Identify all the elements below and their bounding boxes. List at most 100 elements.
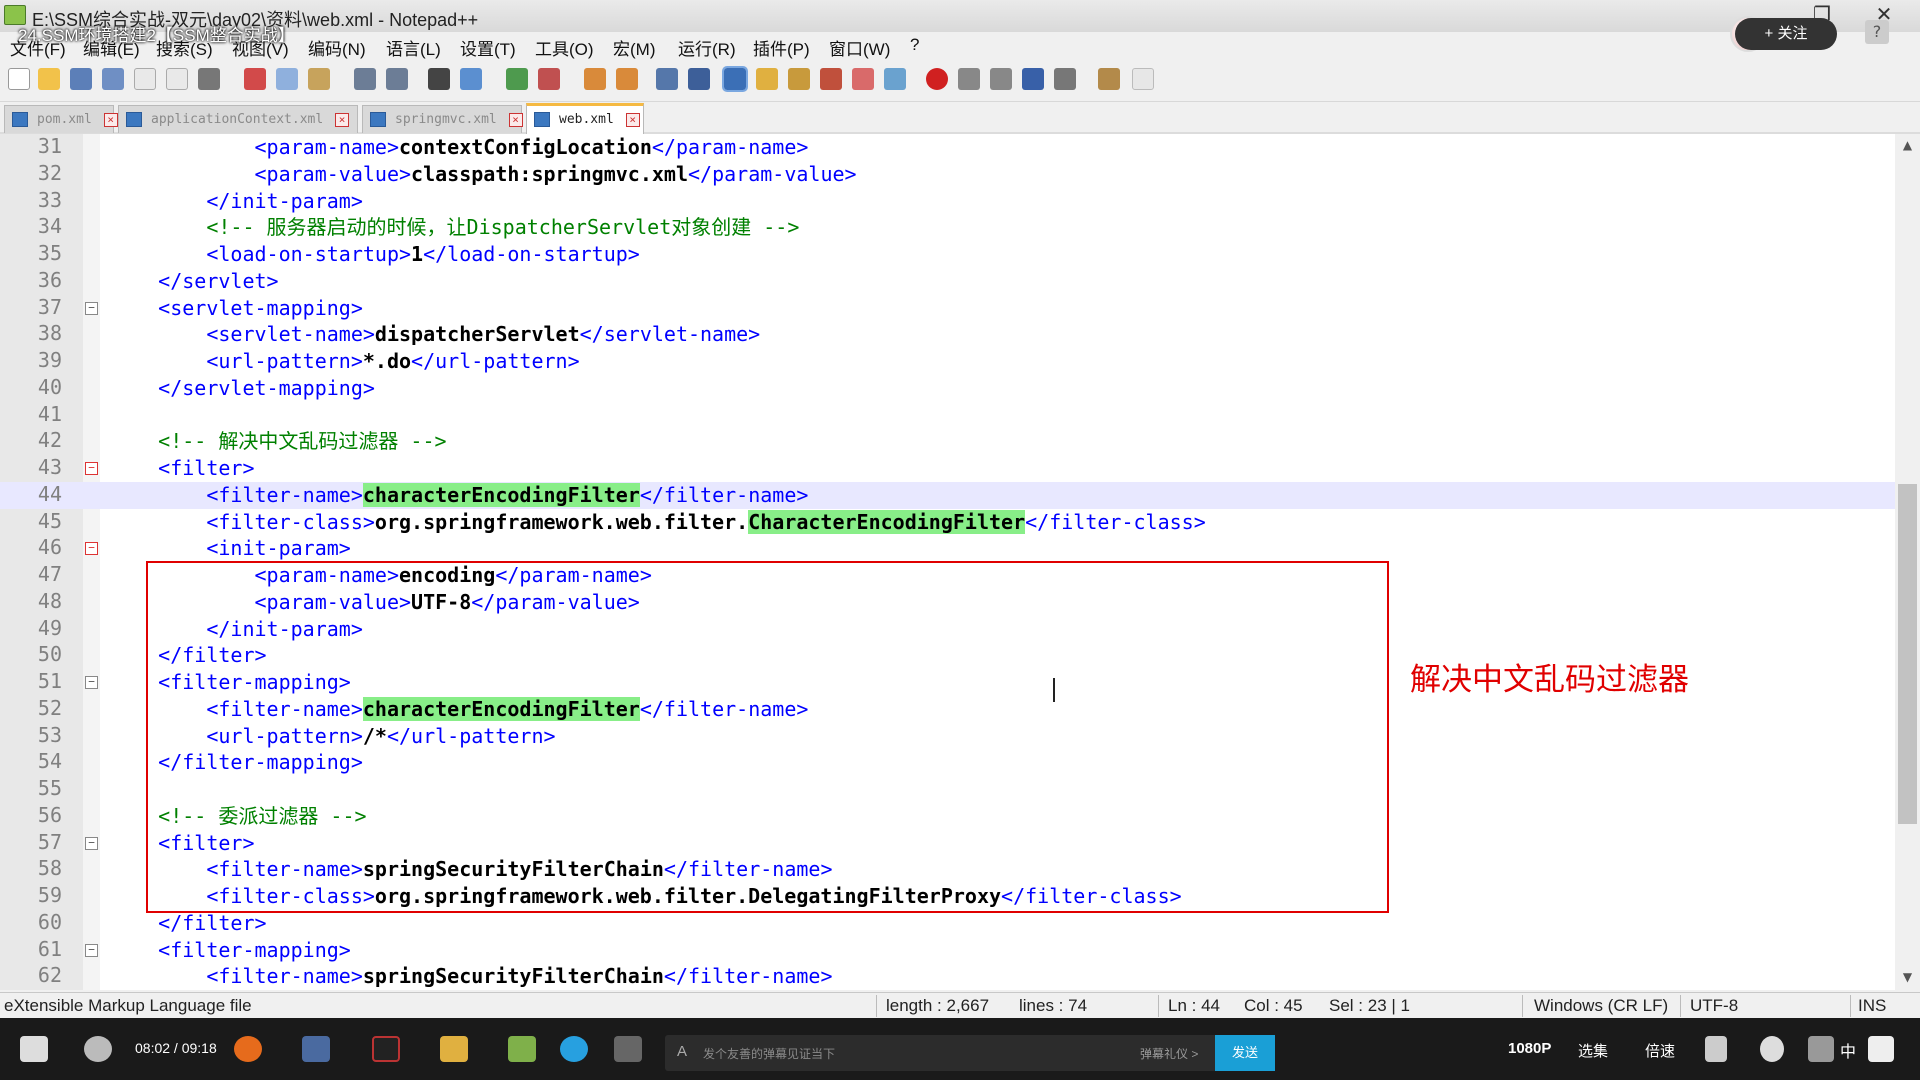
sync-vertical-icon[interactable] — [584, 68, 606, 90]
fold-toggle-icon[interactable]: − — [85, 836, 98, 850]
explorer-icon[interactable] — [440, 1036, 468, 1062]
code-line[interactable]: 35 <load-on-startup>1</load-on-startup> — [0, 241, 1895, 268]
code-line[interactable]: 38 <servlet-name>dispatcherServlet</serv… — [0, 321, 1895, 348]
code-line[interactable]: 43 − <filter> — [0, 455, 1895, 482]
code-line[interactable]: 37 − <servlet-mapping> — [0, 295, 1895, 322]
save-macro-icon[interactable] — [1054, 68, 1076, 90]
code-line[interactable]: 31 <param-name>contextConfigLocation</pa… — [0, 134, 1895, 161]
intellij-icon[interactable] — [372, 1036, 400, 1062]
danmaku-etiquette[interactable]: 弹幕礼仪 > — [1140, 1045, 1198, 1062]
danmaku-settings-icon[interactable] — [614, 1036, 642, 1062]
spell-check-icon[interactable] — [1098, 68, 1120, 90]
tab-applicationcontext-xml[interactable]: applicationContext.xml × — [118, 105, 358, 133]
code-line[interactable]: 34 <!-- 服务器启动的时候，让DispatcherServlet对象创建 … — [0, 214, 1895, 241]
record-macro-icon[interactable] — [926, 68, 948, 90]
menu-macro[interactable]: 宏(M) — [613, 35, 655, 60]
quality-button[interactable]: 1080P — [1508, 1040, 1551, 1057]
next-icon[interactable] — [20, 1036, 48, 1062]
code-line[interactable]: 42 <!-- 解决中文乱码过滤器 --> — [0, 428, 1895, 455]
abc-spell-icon[interactable] — [1132, 68, 1154, 90]
send-button[interactable]: 发送 — [1215, 1035, 1275, 1071]
cut-icon[interactable] — [244, 68, 266, 90]
stop-macro-icon[interactable] — [958, 68, 980, 90]
fold-toggle-icon[interactable]: − — [85, 676, 98, 689]
fold-toggle-icon[interactable]: − — [85, 943, 98, 957]
menu-settings[interactable]: 设置(T) — [460, 35, 516, 60]
fold-toggle-icon[interactable]: − — [85, 462, 98, 475]
copy-icon[interactable] — [276, 68, 298, 90]
code-line[interactable]: 45 <filter-class>org.springframework.web… — [0, 509, 1895, 536]
replace-icon[interactable] — [460, 68, 482, 90]
code-line[interactable]: 61 − <filter-mapping> — [0, 937, 1895, 964]
word-wrap-icon[interactable] — [656, 68, 678, 90]
code-line[interactable]: 39 <url-pattern>*.do</url-pattern> — [0, 348, 1895, 375]
undo-icon[interactable] — [354, 68, 376, 90]
menu-help[interactable]: ? — [910, 35, 919, 55]
scroll-up-icon[interactable]: ▲ — [1900, 138, 1915, 153]
fullscreen-icon[interactable] — [1868, 1036, 1894, 1062]
volume-icon[interactable] — [1705, 1036, 1727, 1062]
fold-toggle-icon[interactable]: − — [85, 542, 98, 556]
menu-window[interactable]: 窗口(W) — [829, 35, 890, 60]
redo-icon[interactable] — [386, 68, 408, 90]
menu-run[interactable]: 运行(R) — [678, 35, 736, 60]
code-line[interactable]: 62 <filter-name>springSecurityFilterChai… — [0, 963, 1895, 990]
tab-springmvc-xml[interactable]: springmvc.xml × — [362, 105, 523, 133]
notepadpp-taskbar-icon[interactable] — [508, 1036, 536, 1062]
pip-icon[interactable] — [1808, 1036, 1834, 1062]
pdf-icon[interactable] — [302, 1036, 330, 1062]
zoom-in-icon[interactable] — [506, 68, 528, 90]
run-macro-multiple-icon[interactable] — [1022, 68, 1044, 90]
play-pause-icon[interactable] — [84, 1036, 112, 1062]
danmaku-input[interactable]: A 发个友善的弹幕见证当下 弹幕礼仪 > — [665, 1035, 1217, 1071]
tab-close-icon[interactable]: × — [625, 112, 640, 127]
save-all-icon[interactable] — [102, 68, 124, 90]
close-file-icon[interactable] — [134, 68, 156, 90]
code-line[interactable]: 33 </init-param> — [0, 188, 1895, 215]
tab-web-xml[interactable]: web.xml × — [526, 103, 644, 134]
firefox-icon[interactable] — [234, 1036, 262, 1062]
scrollbar-thumb[interactable] — [1898, 484, 1917, 824]
tab-close-icon[interactable]: × — [103, 112, 118, 127]
open-folder-icon[interactable] — [38, 68, 60, 90]
monitoring-icon[interactable] — [884, 68, 906, 90]
play-macro-icon[interactable] — [990, 68, 1012, 90]
doc-map-icon[interactable] — [788, 68, 810, 90]
file-encoding[interactable]: UTF-8 — [1690, 996, 1738, 1016]
code-line[interactable]: 60 </filter> — [0, 910, 1895, 937]
danmaku-toggle-icon[interactable] — [560, 1036, 588, 1062]
vertical-scrollbar[interactable]: ▲ ▼ — [1895, 134, 1920, 990]
zoom-out-icon[interactable] — [538, 68, 560, 90]
close-all-icon[interactable] — [166, 68, 188, 90]
scroll-down-icon[interactable]: ▼ — [1900, 970, 1915, 985]
paste-icon[interactable] — [308, 68, 330, 90]
help-icon[interactable]: ? — [1865, 20, 1889, 44]
find-icon[interactable] — [428, 68, 450, 90]
menu-encoding[interactable]: 编码(N) — [308, 35, 366, 60]
menu-tools[interactable]: 工具(O) — [535, 35, 594, 60]
code-line[interactable]: 32 <param-value>classpath:springmvc.xml<… — [0, 161, 1895, 188]
folder-workspace-icon[interactable] — [852, 68, 874, 90]
menu-language[interactable]: 语言(L) — [386, 35, 441, 60]
fold-toggle-icon[interactable]: − — [85, 301, 98, 315]
sync-horizontal-icon[interactable] — [616, 68, 638, 90]
code-line[interactable]: 36 </servlet> — [0, 268, 1895, 295]
indent-guide-icon[interactable] — [722, 66, 748, 92]
episodes-button[interactable]: 选集 — [1578, 1040, 1608, 1061]
print-icon[interactable] — [198, 68, 220, 90]
code-line[interactable]: 41 — [0, 402, 1895, 429]
tab-close-icon[interactable]: × — [508, 112, 523, 127]
function-list-icon[interactable] — [820, 68, 842, 90]
show-all-chars-icon[interactable] — [688, 68, 710, 90]
speed-button[interactable]: 倍速 — [1645, 1040, 1675, 1061]
udl-icon[interactable] — [756, 68, 778, 90]
menu-plugins[interactable]: 插件(P) — [753, 35, 810, 60]
code-line[interactable]: 44 <filter-name>characterEncodingFilter<… — [0, 481, 1895, 509]
code-line[interactable]: 46 − <init-param> — [0, 535, 1895, 562]
new-file-icon[interactable] — [8, 68, 30, 90]
code-line[interactable]: 40 </servlet-mapping> — [0, 375, 1895, 402]
language-indicator[interactable]: 中 — [1840, 1038, 1856, 1062]
save-icon[interactable] — [70, 68, 92, 90]
tab-close-icon[interactable]: × — [335, 112, 350, 127]
eol-format[interactable]: Windows (CR LF) — [1534, 996, 1668, 1016]
